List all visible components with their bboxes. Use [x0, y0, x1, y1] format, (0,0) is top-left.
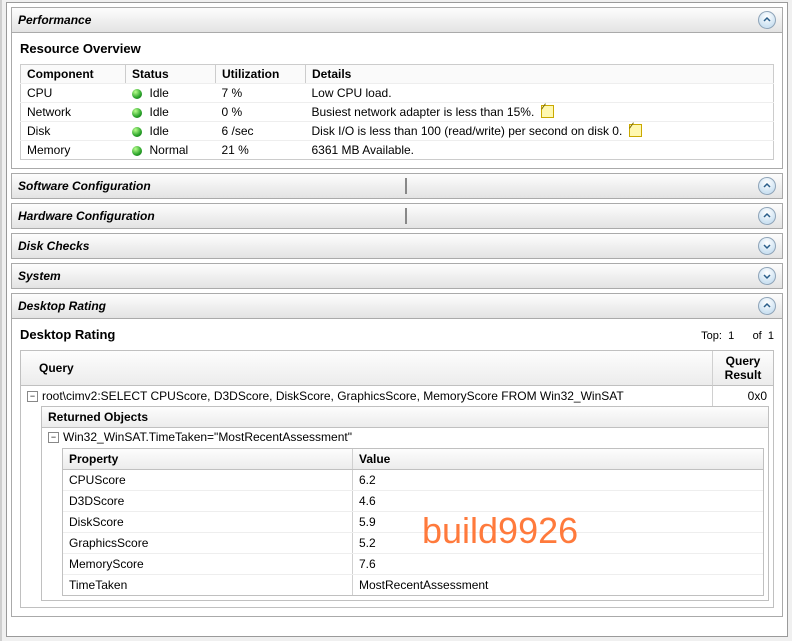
returned-objects-grid: Returned Objects − Win32_WinSAT.TimeTake… — [41, 406, 769, 601]
property-row[interactable]: D3DScore4.6 — [63, 490, 763, 511]
cell-status: Idle — [126, 122, 216, 141]
cell-details: Disk I/O is less than 100 (read/write) p… — [306, 122, 774, 141]
cell-property: CPUScore — [63, 470, 353, 490]
desktop-rating-panel: Desktop Rating Top: 1 of 1 Query Query R… — [11, 319, 783, 617]
cell-value: 6.2 — [353, 470, 763, 490]
col-query[interactable]: Query — [21, 351, 713, 386]
property-row[interactable]: TimeTakenMostRecentAssessment — [63, 574, 763, 595]
cell-property: MemoryScore — [63, 554, 353, 574]
expand-icon[interactable] — [758, 237, 776, 255]
cell-status: Idle — [126, 84, 216, 103]
cell-property: GraphicsScore — [63, 533, 353, 553]
col-result[interactable]: Query Result — [713, 351, 773, 386]
cell-utilization: 7 % — [216, 84, 306, 103]
status-led-icon — [132, 89, 142, 99]
expand-icon[interactable] — [758, 267, 776, 285]
cell-details: Low CPU load. — [306, 84, 774, 103]
table-row[interactable]: CPUIdle7 %Low CPU load. — [21, 84, 774, 103]
note-icon[interactable] — [629, 124, 642, 137]
cell-details: Busiest network adapter is less than 15%… — [306, 103, 774, 122]
col-utilization[interactable]: Utilization — [216, 65, 306, 84]
status-led-icon — [132, 146, 142, 156]
query-row[interactable]: − root\cimv2:SELECT CPUScore, D3DScore, … — [21, 386, 773, 406]
cell-component: Network — [21, 103, 126, 122]
cell-component: Memory — [21, 141, 126, 160]
section-title: Performance — [18, 13, 91, 27]
cell-value: 4.6 — [353, 491, 763, 511]
status-led-icon — [132, 127, 142, 137]
section-header-desktop-rating[interactable]: Desktop Rating — [11, 293, 783, 319]
cell-status: Idle — [126, 103, 216, 122]
cell-property: D3DScore — [63, 491, 353, 511]
col-value[interactable]: Value — [353, 449, 763, 469]
property-row[interactable]: GraphicsScore5.2 — [63, 532, 763, 553]
collapse-icon[interactable] — [758, 11, 776, 29]
section-title: Hardware Configuration — [18, 209, 155, 223]
panel-title: Resource Overview — [20, 41, 774, 56]
tree-toggle-icon[interactable]: − — [48, 432, 59, 443]
section-header-disk-checks[interactable]: Disk Checks — [11, 233, 783, 259]
property-row[interactable]: MemoryScore7.6 — [63, 553, 763, 574]
cell-property: TimeTaken — [63, 575, 353, 595]
cell-utilization: 6 /sec — [216, 122, 306, 141]
cell-property: DiskScore — [63, 512, 353, 532]
table-row[interactable]: DiskIdle6 /secDisk I/O is less than 100 … — [21, 122, 774, 141]
cell-details: 6361 MB Available. — [306, 141, 774, 160]
cell-component: CPU — [21, 84, 126, 103]
returned-objects-header: Returned Objects — [42, 407, 768, 428]
cell-value: 7.6 — [353, 554, 763, 574]
cell-status: Normal — [126, 141, 216, 160]
resource-overview-panel: Resource Overview Component Status Utili… — [11, 33, 783, 169]
query-grid-header: Query Query Result — [21, 351, 773, 386]
section-title: System — [18, 269, 61, 283]
query-result: 0x0 — [713, 386, 773, 406]
collapse-icon[interactable] — [758, 297, 776, 315]
tree-toggle-icon[interactable]: − — [27, 391, 38, 402]
col-property[interactable]: Property — [63, 449, 353, 469]
col-component[interactable]: Component — [21, 65, 126, 84]
query-grid: Query Query Result − root\cimv2:SELECT C… — [20, 350, 774, 608]
table-icon — [405, 208, 407, 224]
cell-component: Disk — [21, 122, 126, 141]
resource-table: Component Status Utilization Details CPU… — [20, 64, 774, 160]
table-icon — [405, 178, 407, 194]
section-title: Disk Checks — [18, 239, 89, 253]
table-row[interactable]: NetworkIdle0 %Busiest network adapter is… — [21, 103, 774, 122]
section-title: Software Configuration — [18, 179, 151, 193]
cell-value: MostRecentAssessment — [353, 575, 763, 595]
property-row[interactable]: CPUScore6.2 — [63, 470, 763, 490]
section-header-hardware-config[interactable]: Hardware Configuration — [11, 203, 783, 229]
cell-value: 5.2 — [353, 533, 763, 553]
col-status[interactable]: Status — [126, 65, 216, 84]
object-row[interactable]: − Win32_WinSAT.TimeTaken="MostRecentAsse… — [42, 428, 768, 446]
table-row[interactable]: MemoryNormal21 %6361 MB Available. — [21, 141, 774, 160]
property-value-grid: Property Value CPUScore6.2D3DScore4.6Dis… — [62, 448, 764, 596]
section-title: Desktop Rating — [18, 299, 106, 313]
status-led-icon — [132, 108, 142, 118]
object-path: Win32_WinSAT.TimeTaken="MostRecentAssess… — [63, 430, 352, 444]
cell-utilization: 0 % — [216, 103, 306, 122]
cell-value: 5.9 — [353, 512, 763, 532]
cell-utilization: 21 % — [216, 141, 306, 160]
top-counter: Top: 1 of 1 — [701, 330, 774, 342]
panel-title: Desktop Rating — [20, 327, 115, 342]
collapse-icon[interactable] — [758, 177, 776, 195]
section-header-software-config[interactable]: Software Configuration — [11, 173, 783, 199]
section-header-system[interactable]: System — [11, 263, 783, 289]
query-text: root\cimv2:SELECT CPUScore, D3DScore, Di… — [42, 389, 624, 403]
section-header-performance[interactable]: Performance — [11, 7, 783, 33]
col-details[interactable]: Details — [306, 65, 774, 84]
note-icon[interactable] — [541, 105, 554, 118]
property-row[interactable]: DiskScore5.9 — [63, 511, 763, 532]
collapse-icon[interactable] — [758, 207, 776, 225]
